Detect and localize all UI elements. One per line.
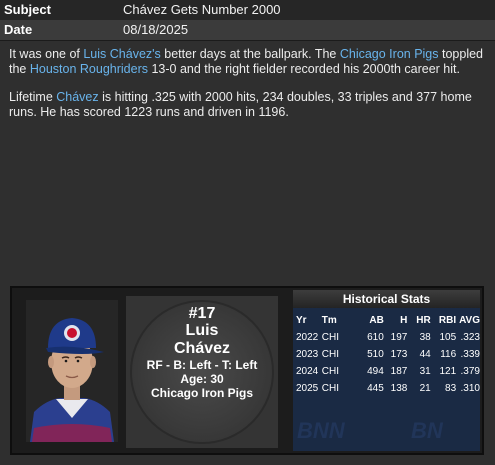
stats-cell: .339 (460, 349, 480, 360)
stats-cell: 83 (445, 383, 457, 394)
stats-cell: 494 (367, 366, 384, 377)
stats-cell: 187 (390, 366, 408, 377)
stats-cell: .323 (460, 332, 480, 343)
player-team[interactable]: Chicago Iron Pigs (126, 386, 278, 400)
player-last-name: Chávez (173, 340, 231, 357)
stats-cell: 38 (419, 332, 431, 343)
player-age: Age: 30 (180, 372, 224, 386)
story-text: 13-0 and the right fielder recorded his … (147, 62, 460, 76)
date-value: 08/18/2025 (123, 22, 189, 37)
historical-stats-title: Historical Stats (293, 290, 480, 308)
stats-cell: .379 (460, 366, 480, 377)
stats-column-header: AB (369, 315, 384, 326)
stats-cell: 116 (440, 349, 457, 360)
story-text: Lifetime (9, 90, 57, 104)
stats-cell: CHI (321, 349, 339, 360)
news-story: It was one of Luis Chávez's better days … (9, 47, 487, 133)
stats-cell: 44 (419, 349, 431, 360)
story-text: better days at the ballpark. The (160, 47, 340, 61)
stats-cell: 31 (419, 366, 431, 377)
stats-column-header: RBI (438, 315, 457, 326)
stats-column-header: AVG (459, 315, 480, 326)
watermark-logo: BNN (297, 418, 345, 443)
stats-cell: 2024 (296, 366, 319, 377)
story-link[interactable]: Chávez (56, 90, 98, 104)
stats-cell: 2022 (296, 332, 319, 343)
stats-row: 2025 CHI 445 138 21 83.310 (293, 380, 480, 397)
story-link[interactable]: Houston Roughriders (30, 62, 148, 76)
stats-cell: 510 (367, 349, 384, 360)
story-link[interactable]: Chicago Iron Pigs (340, 47, 439, 61)
stats-cell: CHI (321, 366, 339, 377)
player-info-panel: #17 Luis Chávez RF - B: Left - T: Left A… (126, 296, 278, 448)
stats-cell: 121 (439, 366, 457, 377)
stats-cell: 2025 (296, 383, 319, 394)
stats-cell: 610 (367, 332, 384, 343)
story-link[interactable]: Luis Chávez's (83, 47, 160, 61)
subject-label: Subject (4, 2, 51, 17)
player-number: #17 (188, 305, 216, 322)
story-text: It was one of (9, 47, 84, 61)
stats-row: 2022 CHI 610 197 38 105.323 (293, 329, 480, 346)
stats-column-header: Yr (296, 315, 307, 326)
historical-stats-table: Yr Tm AB H HR RBI AVG 2022 CHI 610 197 38 105.323 20… (293, 312, 480, 397)
stats-row: 2023 CHI 510 173 44 116.339 (293, 346, 480, 363)
subject-value: Chávez Gets Number 2000 (123, 2, 281, 17)
player-first-name: Luis (185, 322, 219, 339)
stats-cell: 197 (390, 332, 408, 343)
story-paragraph-1: It was one of Luis Chávez's better days … (9, 47, 487, 77)
date-label: Date (4, 22, 33, 37)
stats-cell: 445 (367, 383, 384, 394)
stats-cell: 173 (390, 349, 408, 360)
stats-cell: 21 (419, 383, 431, 394)
stats-row: 2024 CHI 494 187 31 121.379 (293, 363, 480, 380)
story-paragraph-2: Lifetime Chávez is hitting .325 with 200… (9, 90, 487, 120)
stats-cell: 138 (390, 383, 408, 394)
stats-cell: 105 (439, 332, 457, 343)
subject-row: Subject Chávez Gets Number 2000 (0, 0, 495, 21)
stats-column-header: H (400, 315, 408, 326)
stats-header-row: Yr Tm AB H HR RBI AVG (293, 312, 480, 329)
watermark-logo: BN (411, 418, 443, 443)
player-card: #17 Luis Chávez RF - B: Left - T: Left A… (10, 286, 484, 455)
stats-cell: .310 (460, 383, 480, 394)
player-photo[interactable] (26, 300, 118, 442)
stats-column-header: HR (416, 315, 431, 326)
stats-cell: CHI (321, 332, 339, 343)
stats-cell: CHI (321, 383, 339, 394)
historical-stats-panel: Historical Stats BNN BN Yr Tm AB H HR RBI AVG … (293, 290, 480, 451)
player-position-bats-throws: RF - B: Left - T: Left (146, 358, 258, 372)
date-row: Date 08/18/2025 (0, 20, 495, 41)
stats-column-header: Tm (321, 315, 337, 326)
stats-cell: 2023 (296, 349, 319, 360)
